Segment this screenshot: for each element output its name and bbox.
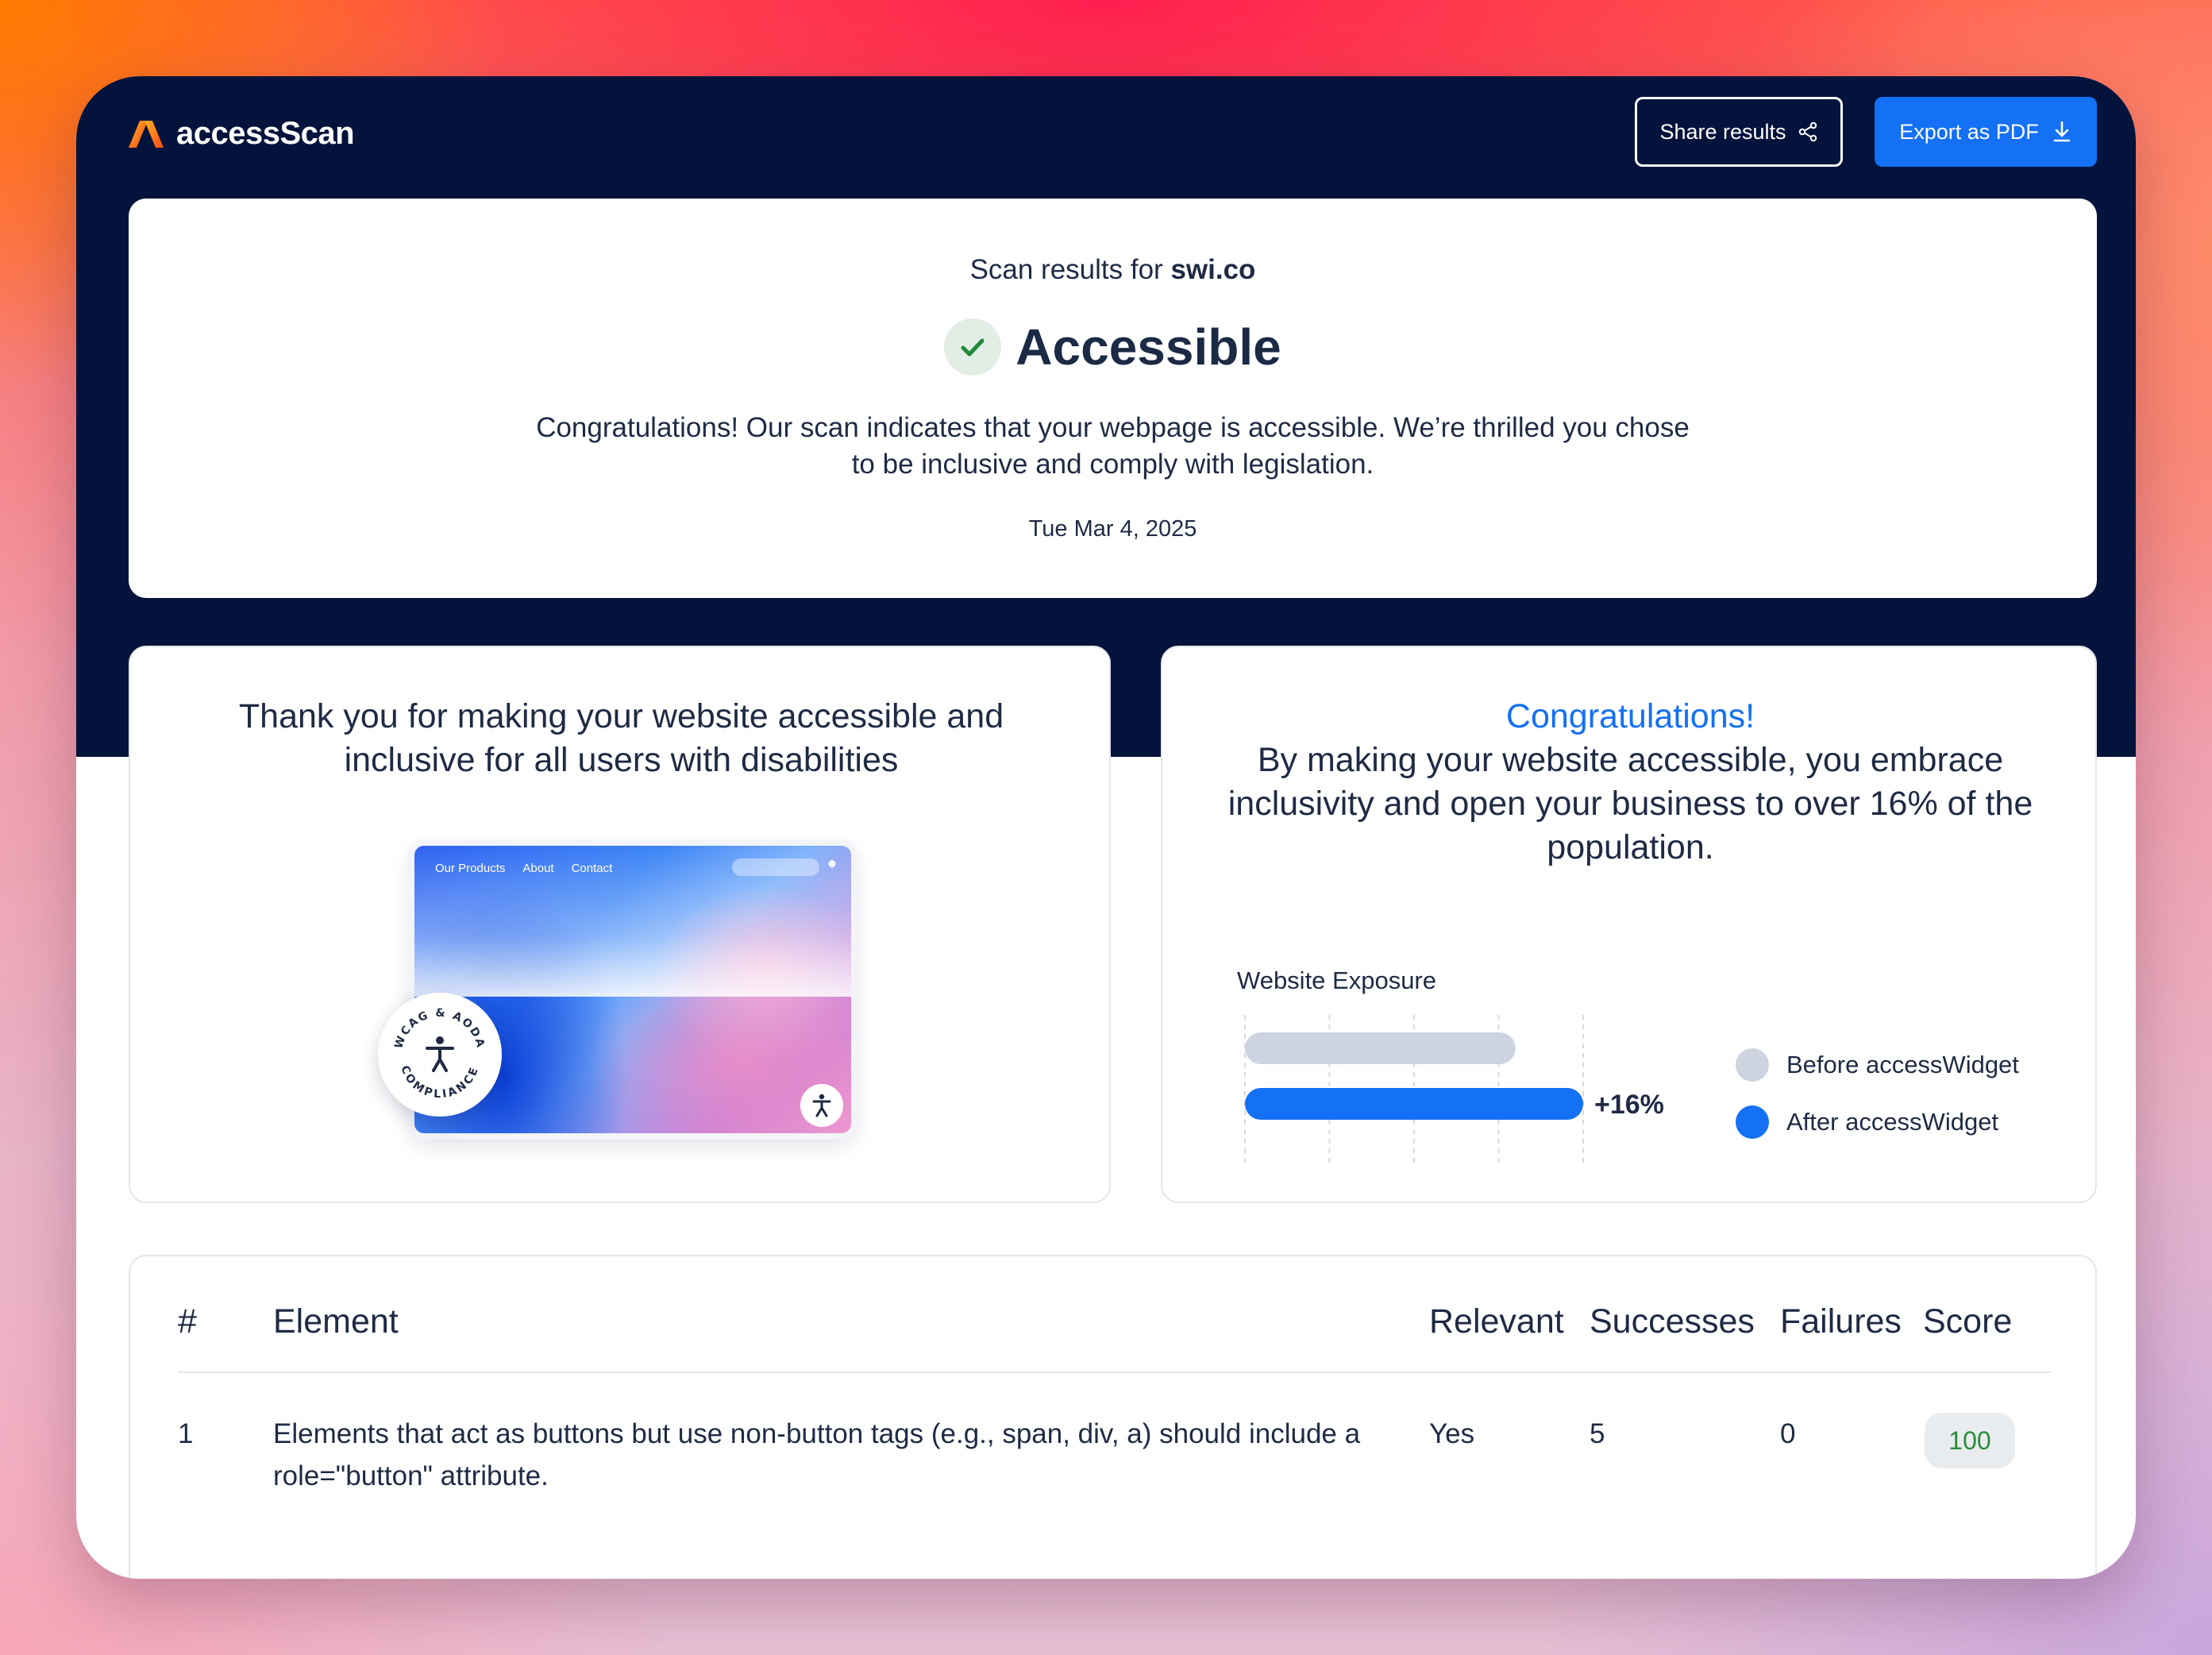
mockup-nav-item: Our Products bbox=[435, 862, 506, 875]
column-header-number: # bbox=[178, 1302, 197, 1341]
column-header-score: Score bbox=[1923, 1302, 2013, 1341]
scan-prefix: Scan results for bbox=[969, 254, 1163, 285]
chart-data-label: +16% bbox=[1594, 1090, 1664, 1120]
congrats-body: By making your website accessible, you e… bbox=[1227, 741, 2033, 866]
share-results-label: Share results bbox=[1659, 119, 1786, 144]
row-element: Elements that act as buttons but use non… bbox=[273, 1418, 1361, 1491]
row-successes: 5 bbox=[1590, 1418, 1605, 1449]
congrats-heading: Congratulations! bbox=[1505, 697, 1755, 735]
accessibility-widget-icon bbox=[800, 1084, 843, 1127]
export-pdf-label: Export as PDF bbox=[1899, 119, 2039, 144]
chart-bar-before bbox=[1245, 1032, 1516, 1064]
column-header-successes: Successes bbox=[1590, 1302, 1755, 1341]
top-bar: accessScan Share results Export as PDF bbox=[76, 76, 2136, 199]
mockup-nav: Our Products About Contact bbox=[435, 862, 612, 875]
column-header-relevant: Relevant bbox=[1429, 1302, 1564, 1341]
column-header-element: Element bbox=[273, 1302, 399, 1341]
result-message: Congratulations! Our scan indicates that… bbox=[536, 412, 1690, 480]
legend-label-after: After accessWidget bbox=[1786, 1108, 1999, 1136]
scan-target: Scan results for swi.co bbox=[129, 254, 2097, 286]
chart-legend: Before accessWidget After accessWidget bbox=[1736, 1036, 2019, 1151]
badge-bottom-text: COMPLIANCE bbox=[398, 1064, 479, 1101]
brand-name: accessScan bbox=[176, 116, 355, 151]
score-badge: 100 bbox=[1925, 1413, 2015, 1468]
results-table: # Element Relevant Successes Failures Sc… bbox=[129, 1255, 2097, 1579]
status-label: Accessible bbox=[1015, 318, 1281, 376]
check-icon bbox=[944, 318, 1002, 376]
app-window: accessScan Share results Export as PDF S bbox=[76, 76, 2136, 1579]
scan-result-card: Scan results for swi.co Accessible Congr… bbox=[129, 199, 2097, 598]
legend-item-after: After accessWidget bbox=[1736, 1094, 2019, 1151]
compliance-badge: WCAG & AODA COMPLIANCE bbox=[378, 993, 502, 1117]
accessibility-icon bbox=[426, 1036, 454, 1072]
row-failures: 0 bbox=[1780, 1418, 1796, 1449]
row-number: 1 bbox=[178, 1418, 194, 1449]
export-pdf-button[interactable]: Export as PDF bbox=[1875, 97, 2097, 167]
status-row: Accessible bbox=[129, 318, 2097, 376]
exposure-card: Congratulations! By making your website … bbox=[1161, 646, 2097, 1203]
brand-logo[interactable]: accessScan bbox=[129, 116, 355, 152]
row-relevant: Yes bbox=[1429, 1418, 1475, 1449]
legend-label-before: Before accessWidget bbox=[1786, 1051, 2019, 1078]
legend-swatch-before bbox=[1736, 1048, 1769, 1082]
mockup-nav-item: About bbox=[522, 862, 554, 875]
thanks-title: Thank you for making your website access… bbox=[238, 697, 1004, 779]
column-header-failures: Failures bbox=[1780, 1302, 1902, 1341]
mockup-nav-item: Contact bbox=[571, 862, 613, 875]
download-icon bbox=[2053, 121, 2071, 142]
logo-mark-icon bbox=[129, 120, 164, 148]
thanks-card: Thank you for making your website access… bbox=[129, 646, 1111, 1203]
share-icon bbox=[1798, 122, 1817, 142]
scan-domain: swi.co bbox=[1170, 254, 1256, 285]
table-header: # Element Relevant Successes Failures Sc… bbox=[178, 1256, 2051, 1373]
chart-bar-after bbox=[1245, 1088, 1583, 1120]
share-results-button[interactable]: Share results bbox=[1635, 97, 1843, 167]
svg-text:COMPLIANCE: COMPLIANCE bbox=[398, 1064, 481, 1101]
chart-title: Website Exposure bbox=[1237, 966, 1436, 994]
mockup-search-bar bbox=[732, 858, 819, 876]
legend-item-before: Before accessWidget bbox=[1736, 1036, 2019, 1094]
exposure-chart: +16% bbox=[1244, 1015, 1664, 1164]
mockup-user-icon: ☻ bbox=[826, 857, 838, 870]
legend-swatch-after bbox=[1736, 1105, 1769, 1139]
scan-date: Tue Mar 4, 2025 bbox=[1028, 516, 1197, 542]
